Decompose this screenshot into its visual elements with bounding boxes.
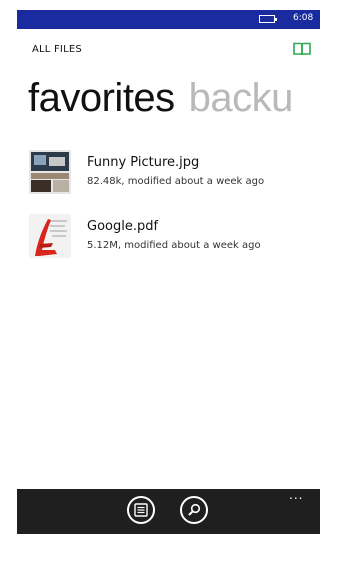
file-meta: 5.12M, modified about a week ago [87, 240, 261, 251]
status-time: 6:08 [293, 13, 314, 23]
app-bar: ... [17, 489, 320, 534]
pdf-thumbnail [29, 214, 71, 258]
phone-screen: 6:08 ALL FILES favorites backu Funny Pict… [17, 10, 320, 535]
list-icon [134, 503, 148, 517]
pivot-header: favorites backu [28, 74, 293, 122]
search-button[interactable] [180, 496, 208, 524]
list-button[interactable] [127, 496, 155, 524]
battery-icon [259, 15, 277, 23]
pivot-item-backup[interactable]: backu [189, 76, 294, 120]
status-bar: 6:08 [17, 10, 320, 29]
file-row[interactable]: Funny Picture.jpg 82.48k, modified about… [29, 150, 314, 200]
file-meta: 82.48k, modified about a week ago [87, 176, 265, 187]
file-name: Funny Picture.jpg [87, 155, 200, 170]
more-button[interactable]: ... [289, 489, 303, 501]
file-name: Google.pdf [87, 219, 159, 234]
image-thumbnail [29, 150, 71, 194]
file-row[interactable]: Google.pdf 5.12M, modified about a week … [29, 214, 314, 264]
book-icon[interactable] [293, 42, 311, 56]
search-icon [188, 503, 201, 516]
app-title: ALL FILES [32, 44, 82, 55]
pivot-item-favorites[interactable]: favorites [28, 76, 175, 120]
